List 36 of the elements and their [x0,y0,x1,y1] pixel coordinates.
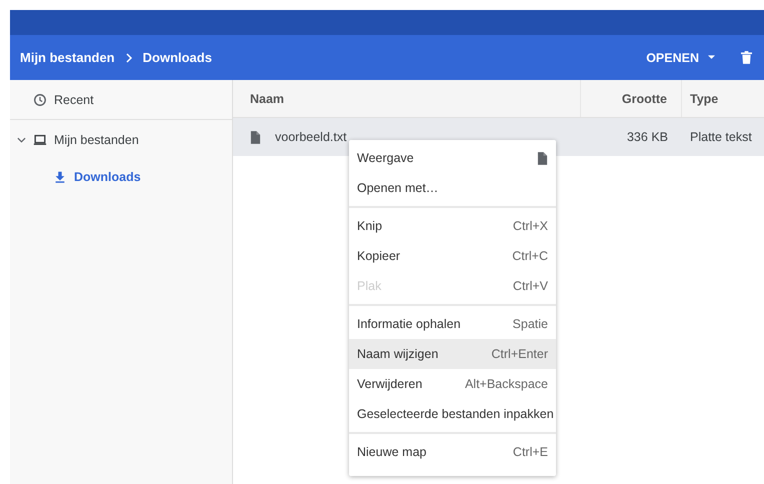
file-icon [250,130,261,144]
menu-item[interactable]: Verwijderen Alt+Backspace [349,369,556,399]
menu-item[interactable]: Knip Ctrl+X [349,211,556,241]
shortcut-text: Ctrl+Enter [491,347,548,361]
file-type: Platte tekst [689,130,753,144]
trash-icon[interactable] [741,51,752,64]
chevron-down-icon[interactable] [17,136,26,142]
sidebar-item[interactable]: Downloads [10,159,232,195]
menu-item[interactable]: Geselecteerde bestanden inpakken [349,399,556,429]
chevron-right-icon [124,52,133,62]
file-name: voorbeeld.txt [275,130,347,144]
menu-item[interactable]: Openen met… [349,173,556,203]
open-button[interactable]: OPENEN [642,46,719,68]
shortcut-text: Alt+Backspace [464,377,548,391]
file-size: 336 KB [626,130,669,144]
breadcrumb-item[interactable]: Downloads [142,50,212,65]
shortcut-text: Ctrl+C [512,249,548,263]
menu-item[interactable]: Nieuwe map Ctrl+E [349,437,556,467]
laptop-icon [33,132,47,146]
column-header[interactable]: Naam [233,80,580,117]
sidebar-item[interactable]: Mijn bestanden [10,120,232,159]
shortcut-text: Ctrl+V [512,279,548,293]
menu-item[interactable]: Kopieer Ctrl+C [349,241,556,271]
caret-icon [708,55,715,60]
clock-icon [33,92,47,106]
menu-item[interactable]: Naam wijzigen Ctrl+Enter [349,339,556,369]
shortcut-text: Ctrl+E [512,445,548,459]
file-icon [537,152,548,164]
menu-item[interactable]: Informatie ophalen Spatie [349,309,556,339]
column-header[interactable]: Type [681,80,764,117]
column-header[interactable]: Grootte [580,80,681,117]
shortcut-text: Spatie [512,317,548,331]
breadcrumb-item[interactable]: Mijn bestanden [20,50,115,65]
download-icon [53,170,67,184]
sidebar-item[interactable]: Recent [10,80,232,120]
shortcut-text: Ctrl+X [512,219,548,233]
